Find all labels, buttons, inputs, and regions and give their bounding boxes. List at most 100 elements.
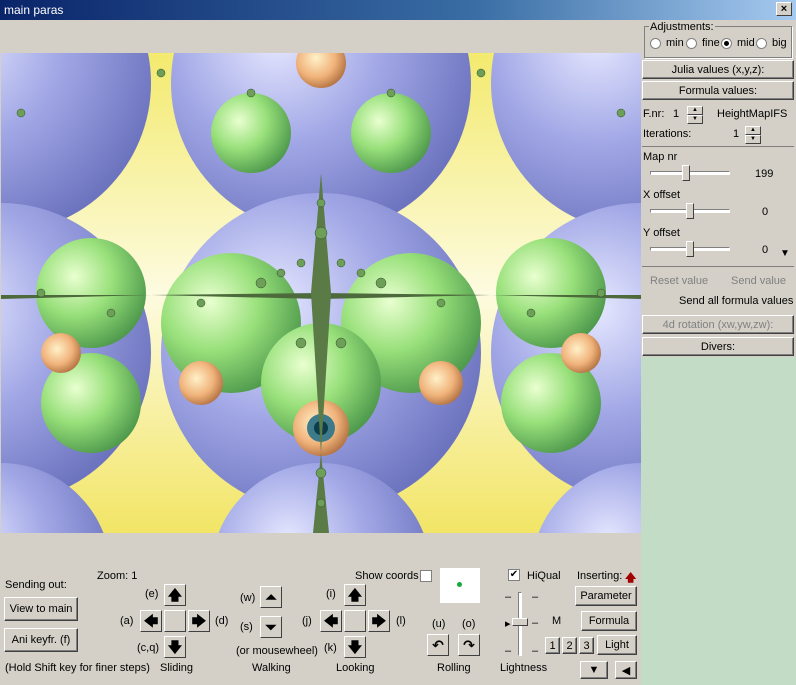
key-u-label: (u) (432, 618, 446, 630)
m-label: M (552, 615, 562, 627)
lightness-dash-bottom-right: – (532, 645, 539, 657)
hold-shift-hint: (Hold Shift key for finer steps) (5, 662, 150, 674)
show-coords-checkbox[interactable] (420, 570, 432, 582)
walk-backward-icon[interactable]: ⏷ (260, 616, 282, 638)
coord-dot (457, 582, 462, 587)
look-up-arrow-icon[interactable]: 🡅 (344, 584, 366, 606)
radio-big[interactable] (756, 38, 767, 49)
light-2-button[interactable]: 2 (562, 637, 577, 654)
lightness-slider[interactable] (512, 618, 528, 626)
formula-values-button[interactable]: Formula values: (642, 81, 794, 100)
show-coords-label: Show coords (355, 570, 419, 582)
slide-down-arrow-icon[interactable]: 🡇 (164, 636, 186, 658)
iterations-spinner[interactable]: ▲ ▼ (745, 126, 761, 144)
reset-value-button[interactable]: Reset value (650, 275, 708, 287)
slide-right-arrow-icon[interactable]: 🡆 (188, 610, 210, 632)
sliding-label: Sliding (160, 662, 194, 674)
param-value-x-offset: 0 (762, 206, 769, 218)
spin-up-icon[interactable]: ▲ (745, 126, 761, 135)
param-value-y-offset: 0 (762, 244, 769, 256)
fnr-spinner[interactable]: ▲ ▼ (687, 106, 703, 124)
send-all-formula-values-button[interactable]: Send all formula values (679, 295, 793, 307)
key-k-label: (k) (324, 642, 337, 654)
title-bar: main paras × (0, 0, 796, 20)
look-right-arrow-icon[interactable]: 🡆 (368, 610, 390, 632)
radio-mid[interactable] (721, 38, 732, 49)
hiqual-checkbox[interactable]: ✔ (508, 569, 520, 581)
key-o-label: (o) (462, 618, 476, 630)
sending-out-label: Sending out: (5, 579, 67, 591)
send-value-button[interactable]: Send value (731, 275, 786, 287)
param-label-map-nr: Map nr (643, 151, 678, 163)
key-s-label: (s) (240, 621, 253, 633)
collapse-left-icon[interactable]: ◀ (615, 661, 637, 679)
look-down-arrow-icon[interactable]: 🡇 (344, 636, 366, 658)
slide-left-arrow-icon[interactable]: 🡄 (140, 610, 162, 632)
spin-down-icon[interactable]: ▼ (745, 135, 761, 144)
roll-left-icon[interactable]: ↶ (427, 634, 449, 656)
param-slider-x-offset[interactable] (686, 203, 694, 219)
roll-right-icon[interactable]: ↷ (458, 634, 480, 656)
key-l-label: (l) (396, 615, 406, 627)
key-w-label: (w) (240, 592, 256, 604)
insert-parameter-button[interactable]: Parameter (575, 586, 637, 606)
key-cq-label: (c,q) (137, 642, 159, 654)
adjustments-label: Adjustments: (649, 21, 715, 33)
view-to-main-button[interactable]: View to main (4, 597, 78, 621)
iterations-label: Iterations: (643, 128, 692, 140)
radio-fine[interactable] (686, 38, 697, 49)
light-3-button[interactable]: 3 (579, 637, 594, 654)
fractal-canvas[interactable] (1, 53, 641, 533)
key-a-label: (a) (120, 615, 134, 627)
hiqual-label: HiQual (527, 570, 561, 582)
light-1-button[interactable]: 1 (545, 637, 560, 654)
param-value-map-nr: 199 (755, 168, 774, 180)
key-d-label: (d) (215, 615, 229, 627)
insert-formula-button[interactable]: Formula (581, 611, 637, 631)
param-slider-y-offset[interactable] (686, 241, 694, 257)
slide-center-button[interactable] (164, 610, 186, 632)
lightness-dash-bottom-left: – (505, 645, 512, 657)
radio-min-label: min (666, 37, 684, 49)
divider (642, 266, 794, 267)
inserting-label: Inserting: (577, 570, 623, 582)
looking-label: Looking (336, 662, 375, 674)
iterations-value: 1 (733, 128, 740, 140)
lightness-pointer-left: ▸ (505, 618, 511, 630)
lightness-dash-top-left: – (505, 591, 512, 603)
formula-name: HeightMapIFS (717, 108, 788, 120)
divider (642, 146, 794, 147)
radio-big-label: big (772, 37, 787, 49)
ani-keyframe-button[interactable]: Ani keyfr. (f) (4, 628, 78, 652)
radio-mid-label: mid (737, 37, 755, 49)
key-e-label: (e) (145, 588, 159, 600)
insert-light-button[interactable]: Light (597, 635, 637, 655)
4d-rotation-button[interactable]: 4d rotation (xw,yw,zw): (642, 315, 794, 334)
look-center-button[interactable] (344, 610, 366, 632)
rolling-label: Rolling (437, 662, 471, 674)
scroll-down-icon[interactable]: ▼ (780, 248, 790, 259)
lightness-label: Lightness (500, 662, 548, 674)
slide-up-arrow-icon[interactable]: 🡅 (164, 584, 186, 606)
julia-values-button[interactable]: Julia values (x,y,z): (642, 60, 794, 79)
radio-min[interactable] (650, 38, 661, 49)
spin-up-icon[interactable]: ▲ (687, 106, 703, 115)
walk-forward-icon[interactable]: ⏶ (260, 586, 282, 608)
lightness-pointer-right: – (532, 617, 539, 629)
param-slider-map-nr[interactable] (682, 165, 691, 181)
divers-button[interactable]: Divers: (642, 337, 794, 356)
mousewheel-hint: (or mousewheel) (236, 645, 318, 657)
key-j-label: (j) (302, 615, 312, 627)
key-i-label: (i) (326, 588, 336, 600)
close-icon[interactable]: × (776, 2, 792, 16)
param-label-x-offset: X offset (643, 189, 681, 201)
lightness-dash-top-right: – (532, 591, 539, 603)
fractal-image (1, 53, 641, 533)
walking-label: Walking (252, 662, 291, 674)
window-title: main paras (4, 3, 64, 17)
green-panel (641, 357, 796, 685)
expand-down-icon[interactable]: ▼ (580, 661, 608, 679)
fnr-value: 1 (673, 108, 680, 120)
spin-down-icon[interactable]: ▼ (687, 115, 703, 124)
look-left-arrow-icon[interactable]: 🡄 (320, 610, 342, 632)
